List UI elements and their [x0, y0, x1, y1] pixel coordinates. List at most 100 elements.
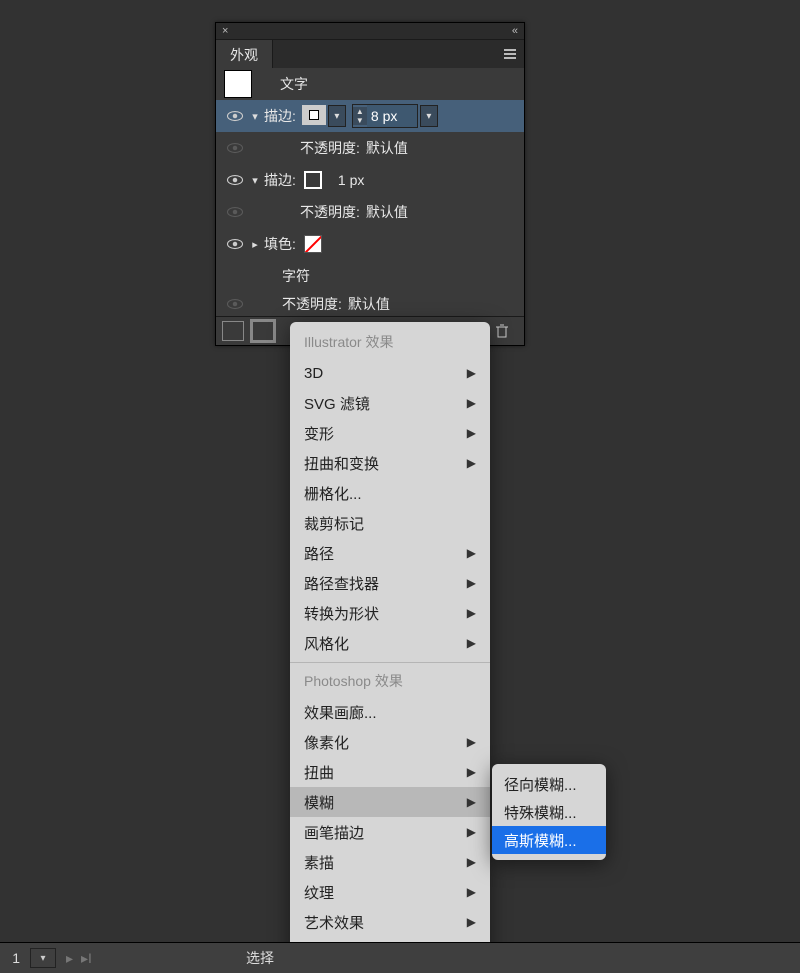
menu-item-label: 纹理	[304, 882, 334, 903]
menu-item[interactable]: 像素化▶	[290, 727, 490, 757]
close-icon[interactable]: ×	[222, 25, 228, 37]
visibility-icon[interactable]	[224, 110, 246, 122]
stroke-width-stepper[interactable]: ▲ ▼	[352, 104, 418, 128]
submenu-arrow-icon: ▶	[467, 765, 476, 779]
panel-menu-button[interactable]	[496, 40, 524, 68]
row-glyphs[interactable]: ▾ 字符	[216, 260, 524, 292]
menu-item[interactable]: 模糊▶	[290, 787, 490, 817]
menu-item-label: 艺术效果	[304, 912, 364, 933]
menu-item-label: 转换为形状	[304, 603, 379, 624]
stepper-up-icon[interactable]: ▲	[353, 107, 367, 116]
nav-next-icon[interactable]: ▸I	[77, 950, 96, 967]
nav-prev-icon[interactable]: ▸	[62, 950, 77, 967]
text-type-label: 文字	[280, 74, 308, 94]
fill-label: 填色:	[264, 234, 296, 254]
menu-item[interactable]: 路径▶	[290, 538, 490, 568]
menu-item[interactable]: 艺术效果▶	[290, 907, 490, 937]
stroke-color-swatch[interactable]	[304, 171, 322, 189]
menu-section-header-photoshop: Photoshop 效果	[290, 667, 490, 697]
stroke-width-dropdown[interactable]: ▾	[420, 105, 438, 127]
stroke-color-swatch[interactable]	[302, 105, 326, 125]
chevron-right-icon[interactable]: ▸	[246, 238, 264, 251]
tab-appearance[interactable]: 外观	[216, 40, 273, 68]
footer-button-2[interactable]	[250, 319, 276, 343]
menu-item-label: 扭曲	[304, 762, 334, 783]
menu-item-label: 效果画廊...	[304, 702, 377, 723]
submenu-arrow-icon: ▶	[467, 735, 476, 749]
chevron-down-icon[interactable]: ▾	[246, 110, 264, 123]
menu-item-label: 裁剪标记	[304, 513, 364, 534]
submenu-arrow-icon: ▶	[467, 636, 476, 650]
submenu-arrow-icon: ▶	[467, 576, 476, 590]
stroke-label: 描边:	[264, 170, 296, 190]
effects-context-menu: Illustrator 效果 3D▶SVG 滤镜▶变形▶扭曲和变换▶栅格化...…	[290, 322, 490, 973]
menu-item[interactable]: 裁剪标记	[290, 508, 490, 538]
glyphs-label: 字符	[282, 266, 310, 286]
menu-item-label: 栅格化...	[304, 483, 362, 504]
footer-button-1[interactable]	[222, 321, 244, 341]
row-stroke-1[interactable]: ▾ 描边: ▾ ▲ ▼ ▾	[216, 100, 524, 132]
collapse-icon[interactable]: «	[512, 25, 518, 37]
submenu-arrow-icon: ▶	[467, 825, 476, 839]
opacity-label: 不透明度:	[282, 294, 342, 314]
menu-item-label: 路径	[304, 543, 334, 564]
submenu-arrow-icon: ▶	[467, 396, 476, 410]
menu-item-label: 画笔描边	[304, 822, 364, 843]
menu-item[interactable]: 素描▶	[290, 847, 490, 877]
visibility-icon[interactable]	[224, 174, 246, 186]
status-bar: 1 ▾ ▸ ▸I 选择	[0, 942, 800, 973]
stroke-color-dropdown[interactable]: ▾	[328, 105, 346, 127]
menu-item[interactable]: 效果画廊...	[290, 697, 490, 727]
submenu-arrow-icon: ▶	[467, 855, 476, 869]
submenu-arrow-icon: ▶	[467, 366, 476, 380]
stepper-down-icon[interactable]: ▼	[353, 116, 367, 125]
visibility-icon[interactable]	[224, 142, 246, 154]
opacity-label: 不透明度:	[300, 202, 360, 222]
menu-item[interactable]: SVG 滤镜▶	[290, 388, 490, 418]
menu-item-label: 风格化	[304, 633, 349, 654]
stroke-label: 描边:	[264, 106, 296, 126]
submenu-item[interactable]: 特殊模糊...	[492, 798, 606, 826]
trash-icon[interactable]	[492, 322, 512, 340]
menu-item-label: 变形	[304, 423, 334, 444]
menu-item[interactable]: 变形▶	[290, 418, 490, 448]
stroke-width-input[interactable]	[367, 105, 417, 127]
row-opacity-3[interactable]: ▾ 不透明度: 默认值	[216, 292, 524, 316]
submenu-arrow-icon: ▶	[467, 885, 476, 899]
menu-item-label: 路径查找器	[304, 573, 379, 594]
row-text-type[interactable]: 文字	[216, 68, 524, 100]
menu-item[interactable]: 转换为形状▶	[290, 598, 490, 628]
visibility-icon[interactable]	[224, 298, 246, 310]
chevron-down-icon[interactable]: ▾	[246, 174, 264, 187]
row-stroke-2[interactable]: ▾ 描边: 1 px	[216, 164, 524, 196]
artboard-dropdown[interactable]: ▾	[30, 948, 56, 968]
menu-item[interactable]: 风格化 ▶	[290, 628, 490, 658]
menu-separator	[290, 662, 490, 663]
submenu-item[interactable]: 高斯模糊...	[492, 826, 606, 854]
row-opacity-2[interactable]: ▾ 不透明度: 默认值	[216, 196, 524, 228]
status-label: 选择	[246, 948, 274, 968]
menu-item-label: 3D	[304, 365, 323, 382]
opacity-value: 默认值	[348, 294, 390, 314]
visibility-icon[interactable]	[224, 238, 246, 250]
menu-section-header-illustrator: Illustrator 效果	[290, 328, 490, 358]
fill-color-swatch-none[interactable]	[304, 235, 322, 253]
menu-item[interactable]: 栅格化...	[290, 478, 490, 508]
menu-item[interactable]: 扭曲 ▶	[290, 757, 490, 787]
submenu-arrow-icon: ▶	[467, 795, 476, 809]
opacity-value: 默认值	[366, 138, 408, 158]
swatch-thumbnail	[224, 70, 252, 98]
menu-item[interactable]: 扭曲和变换▶	[290, 448, 490, 478]
opacity-value: 默认值	[366, 202, 408, 222]
menu-item[interactable]: 画笔描边 ▶	[290, 817, 490, 847]
menu-item[interactable]: 纹理 ▶	[290, 877, 490, 907]
menu-item[interactable]: 3D ▶	[290, 358, 490, 388]
row-fill[interactable]: ▸ 填色:	[216, 228, 524, 260]
submenu-item[interactable]: 径向模糊...	[492, 770, 606, 798]
menu-item[interactable]: 路径查找器 ▶	[290, 568, 490, 598]
submenu-arrow-icon: ▶	[467, 456, 476, 470]
panel-titlebar[interactable]: × «	[216, 23, 524, 40]
panel-tabs: 外观	[216, 40, 524, 68]
visibility-icon[interactable]	[224, 206, 246, 218]
row-opacity-1[interactable]: ▾ 不透明度: 默认值	[216, 132, 524, 164]
